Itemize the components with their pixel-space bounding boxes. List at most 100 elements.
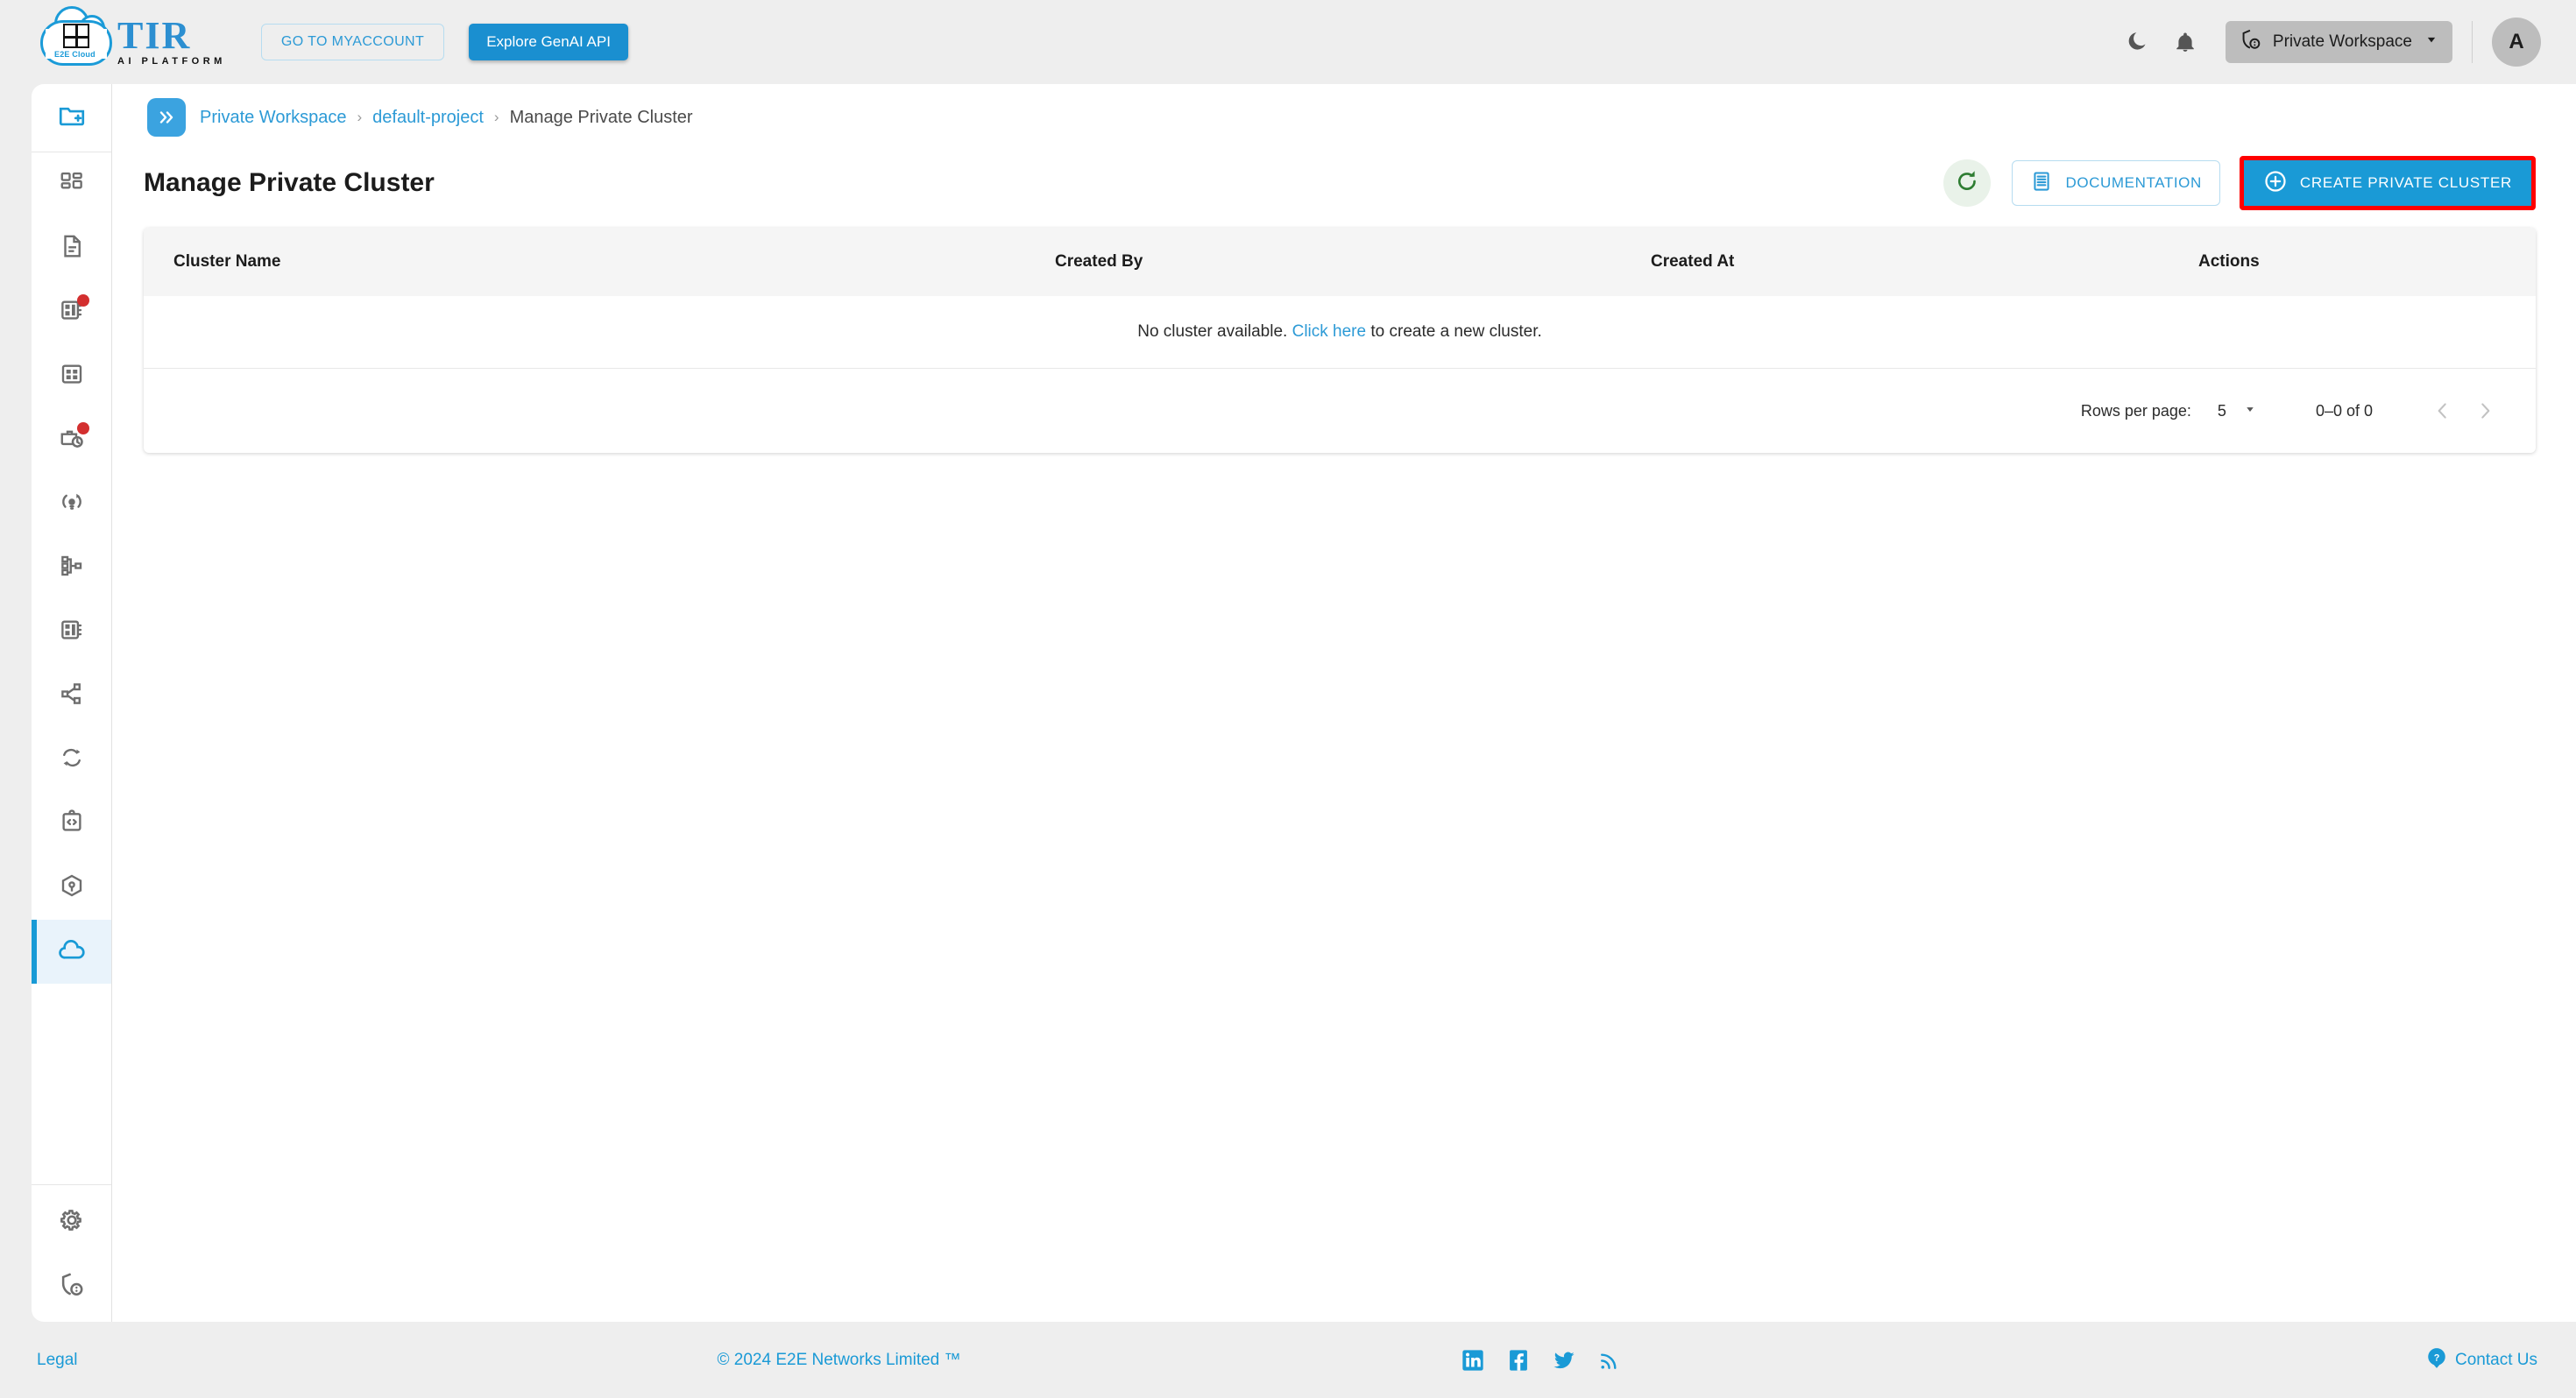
column-header-actions: Actions	[2198, 252, 2260, 271]
bell-icon[interactable]	[2161, 18, 2210, 67]
logo-badge-text: E2E Cloud	[54, 50, 96, 59]
rss-icon[interactable]	[1597, 1348, 1622, 1373]
table-head: Cluster Name Created By Created At Actio…	[144, 228, 2536, 296]
logo-subtitle-text: AI PLATFORM	[117, 55, 226, 67]
cluster-table: Cluster Name Created By Created At Actio…	[144, 228, 2536, 369]
cloud-icon	[57, 935, 87, 969]
sidebar-item-gpu-nodes[interactable]	[32, 280, 111, 344]
sidebar-item-private-cluster[interactable]	[32, 920, 111, 984]
sidebar-item-dashboard[interactable]	[32, 152, 111, 216]
sidebar-item-sync[interactable]	[32, 728, 111, 792]
breadcrumb-item-current: Manage Private Cluster	[509, 107, 693, 127]
breadcrumb-separator: ›	[493, 109, 499, 125]
rows-per-page-value: 5	[2217, 401, 2226, 420]
main-content: Private Workspace › default-project › Ma…	[112, 84, 2576, 1322]
svg-text:?: ?	[2434, 1352, 2440, 1363]
chevron-down-icon	[2242, 401, 2258, 421]
facebook-icon[interactable]	[1506, 1348, 1531, 1373]
table-pagination: Rows per page: 5 0–0 of 0	[144, 369, 2536, 453]
sync-icon	[59, 745, 85, 775]
sidebar-item-finetuning[interactable]	[32, 472, 111, 536]
breadcrumb: Private Workspace › default-project › Ma…	[112, 84, 2576, 151]
workspace-selector[interactable]: Private Workspace	[2225, 21, 2452, 63]
gear-icon	[58, 1206, 86, 1239]
table-body: No cluster available. Click here to crea…	[144, 296, 2536, 369]
notification-badge	[77, 422, 89, 434]
chevron-down-icon	[2423, 31, 2440, 53]
breadcrumb-separator: ›	[357, 109, 363, 125]
shield-user-icon	[58, 1270, 86, 1303]
footer-legal-link[interactable]: Legal	[37, 1351, 78, 1370]
page-title: Manage Private Cluster	[144, 168, 435, 197]
sidebar-item-new-project[interactable]	[32, 84, 111, 152]
moon-icon[interactable]	[2112, 18, 2161, 67]
bulb-refresh-icon	[59, 489, 85, 519]
empty-state-create-link[interactable]: Click here	[1292, 322, 1366, 341]
sidebar-item-datasets[interactable]	[32, 344, 111, 408]
page-header-row: Manage Private Cluster DOCUMENTATION CRE…	[112, 151, 2576, 215]
cluster-table-card: Cluster Name Created By Created At Actio…	[144, 228, 2536, 453]
next-page-button[interactable]	[2464, 390, 2506, 432]
top-header: E2E Cloud TIR AI PLATFORM GO TO MYACCOUN…	[0, 0, 2576, 84]
sidebar	[32, 84, 112, 1322]
hierarchy-icon	[59, 553, 85, 583]
explore-genai-api-label: Explore GenAI API	[486, 33, 611, 50]
footer: Legal © 2024 E2E Networks Limited ™ ? Co…	[0, 1322, 2576, 1398]
documentation-label: DOCUMENTATION	[2065, 174, 2202, 191]
avatar[interactable]: A	[2492, 18, 2541, 67]
sidebar-collapse-toggle[interactable]	[147, 98, 186, 137]
refresh-button[interactable]	[1943, 159, 1992, 207]
column-header-created-by: Created By	[1055, 252, 1143, 271]
go-to-myaccount-button[interactable]: GO TO MYACCOUNT	[260, 24, 445, 60]
document-icon	[59, 233, 85, 264]
rows-per-page-select[interactable]: 5	[2218, 401, 2258, 421]
explore-genai-api-button[interactable]: Explore GenAI API	[469, 24, 628, 60]
grid-square-icon	[59, 361, 85, 392]
footer-copyright: © 2024 E2E Networks Limited ™	[717, 1350, 961, 1369]
sidebar-item-jobs[interactable]	[32, 408, 111, 472]
breadcrumb-item-workspace[interactable]: Private Workspace	[200, 108, 346, 128]
sidebar-item-settings[interactable]	[32, 1190, 111, 1254]
create-private-cluster-highlight: CREATE PRIVATE CLUSTER	[2239, 156, 2536, 210]
chip-icon	[59, 617, 85, 647]
contact-us-label: Contact Us	[2455, 1350, 2537, 1369]
workspace-label: Private Workspace	[2272, 32, 2412, 51]
document-icon	[2030, 170, 2053, 197]
empty-state-prefix: No cluster available.	[1137, 322, 1288, 341]
sidebar-bottom-nav	[32, 1184, 111, 1318]
plus-circle-icon	[2263, 169, 2288, 198]
cube-icon	[59, 872, 85, 903]
table-header-row: Cluster Name Created By Created At Actio…	[144, 228, 2536, 296]
contact-us-link[interactable]: ? Contact Us	[2425, 1346, 2537, 1374]
folder-plus-icon	[57, 101, 87, 135]
sidebar-item-notebooks[interactable]	[32, 216, 111, 280]
documentation-button[interactable]: DOCUMENTATION	[2012, 160, 2220, 206]
go-to-myaccount-label: GO TO MYACCOUNT	[280, 34, 425, 49]
sidebar-item-pipelines[interactable]	[32, 536, 111, 600]
column-header-created-at: Created At	[1651, 252, 1735, 271]
share-nodes-icon	[59, 681, 85, 711]
sidebar-item-inference[interactable]	[32, 600, 111, 664]
notification-badge	[77, 294, 89, 307]
breadcrumb-item-project[interactable]: default-project	[372, 108, 484, 128]
create-private-cluster-button[interactable]: CREATE PRIVATE CLUSTER	[2243, 160, 2531, 206]
avatar-initial: A	[2509, 30, 2524, 53]
column-header-cluster-name: Cluster Name	[173, 252, 281, 271]
footer-social-links	[1461, 1348, 1622, 1373]
logo-brand-text: TIR	[117, 13, 192, 57]
sidebar-item-security[interactable]	[32, 1254, 111, 1318]
empty-state-suffix: to create a new cluster.	[1370, 322, 1542, 341]
app-logo[interactable]: E2E Cloud TIR AI PLATFORM	[40, 6, 226, 69]
twitter-icon[interactable]	[1552, 1348, 1576, 1373]
help-icon: ?	[2425, 1346, 2448, 1374]
previous-page-button[interactable]	[2422, 390, 2464, 432]
table-empty-row: No cluster available. Click here to crea…	[144, 296, 2536, 369]
dashboard-grid-icon	[59, 169, 85, 200]
empty-state-cell: No cluster available. Click here to crea…	[144, 296, 2536, 369]
sidebar-item-model-endpoints[interactable]	[32, 664, 111, 728]
sidebar-item-models[interactable]	[32, 856, 111, 920]
sidebar-item-api-tokens[interactable]	[32, 792, 111, 856]
create-private-cluster-label: CREATE PRIVATE CLUSTER	[2299, 174, 2512, 191]
pagination-range-label: 0–0 of 0	[2315, 401, 2373, 420]
linkedin-icon[interactable]	[1461, 1348, 1485, 1373]
